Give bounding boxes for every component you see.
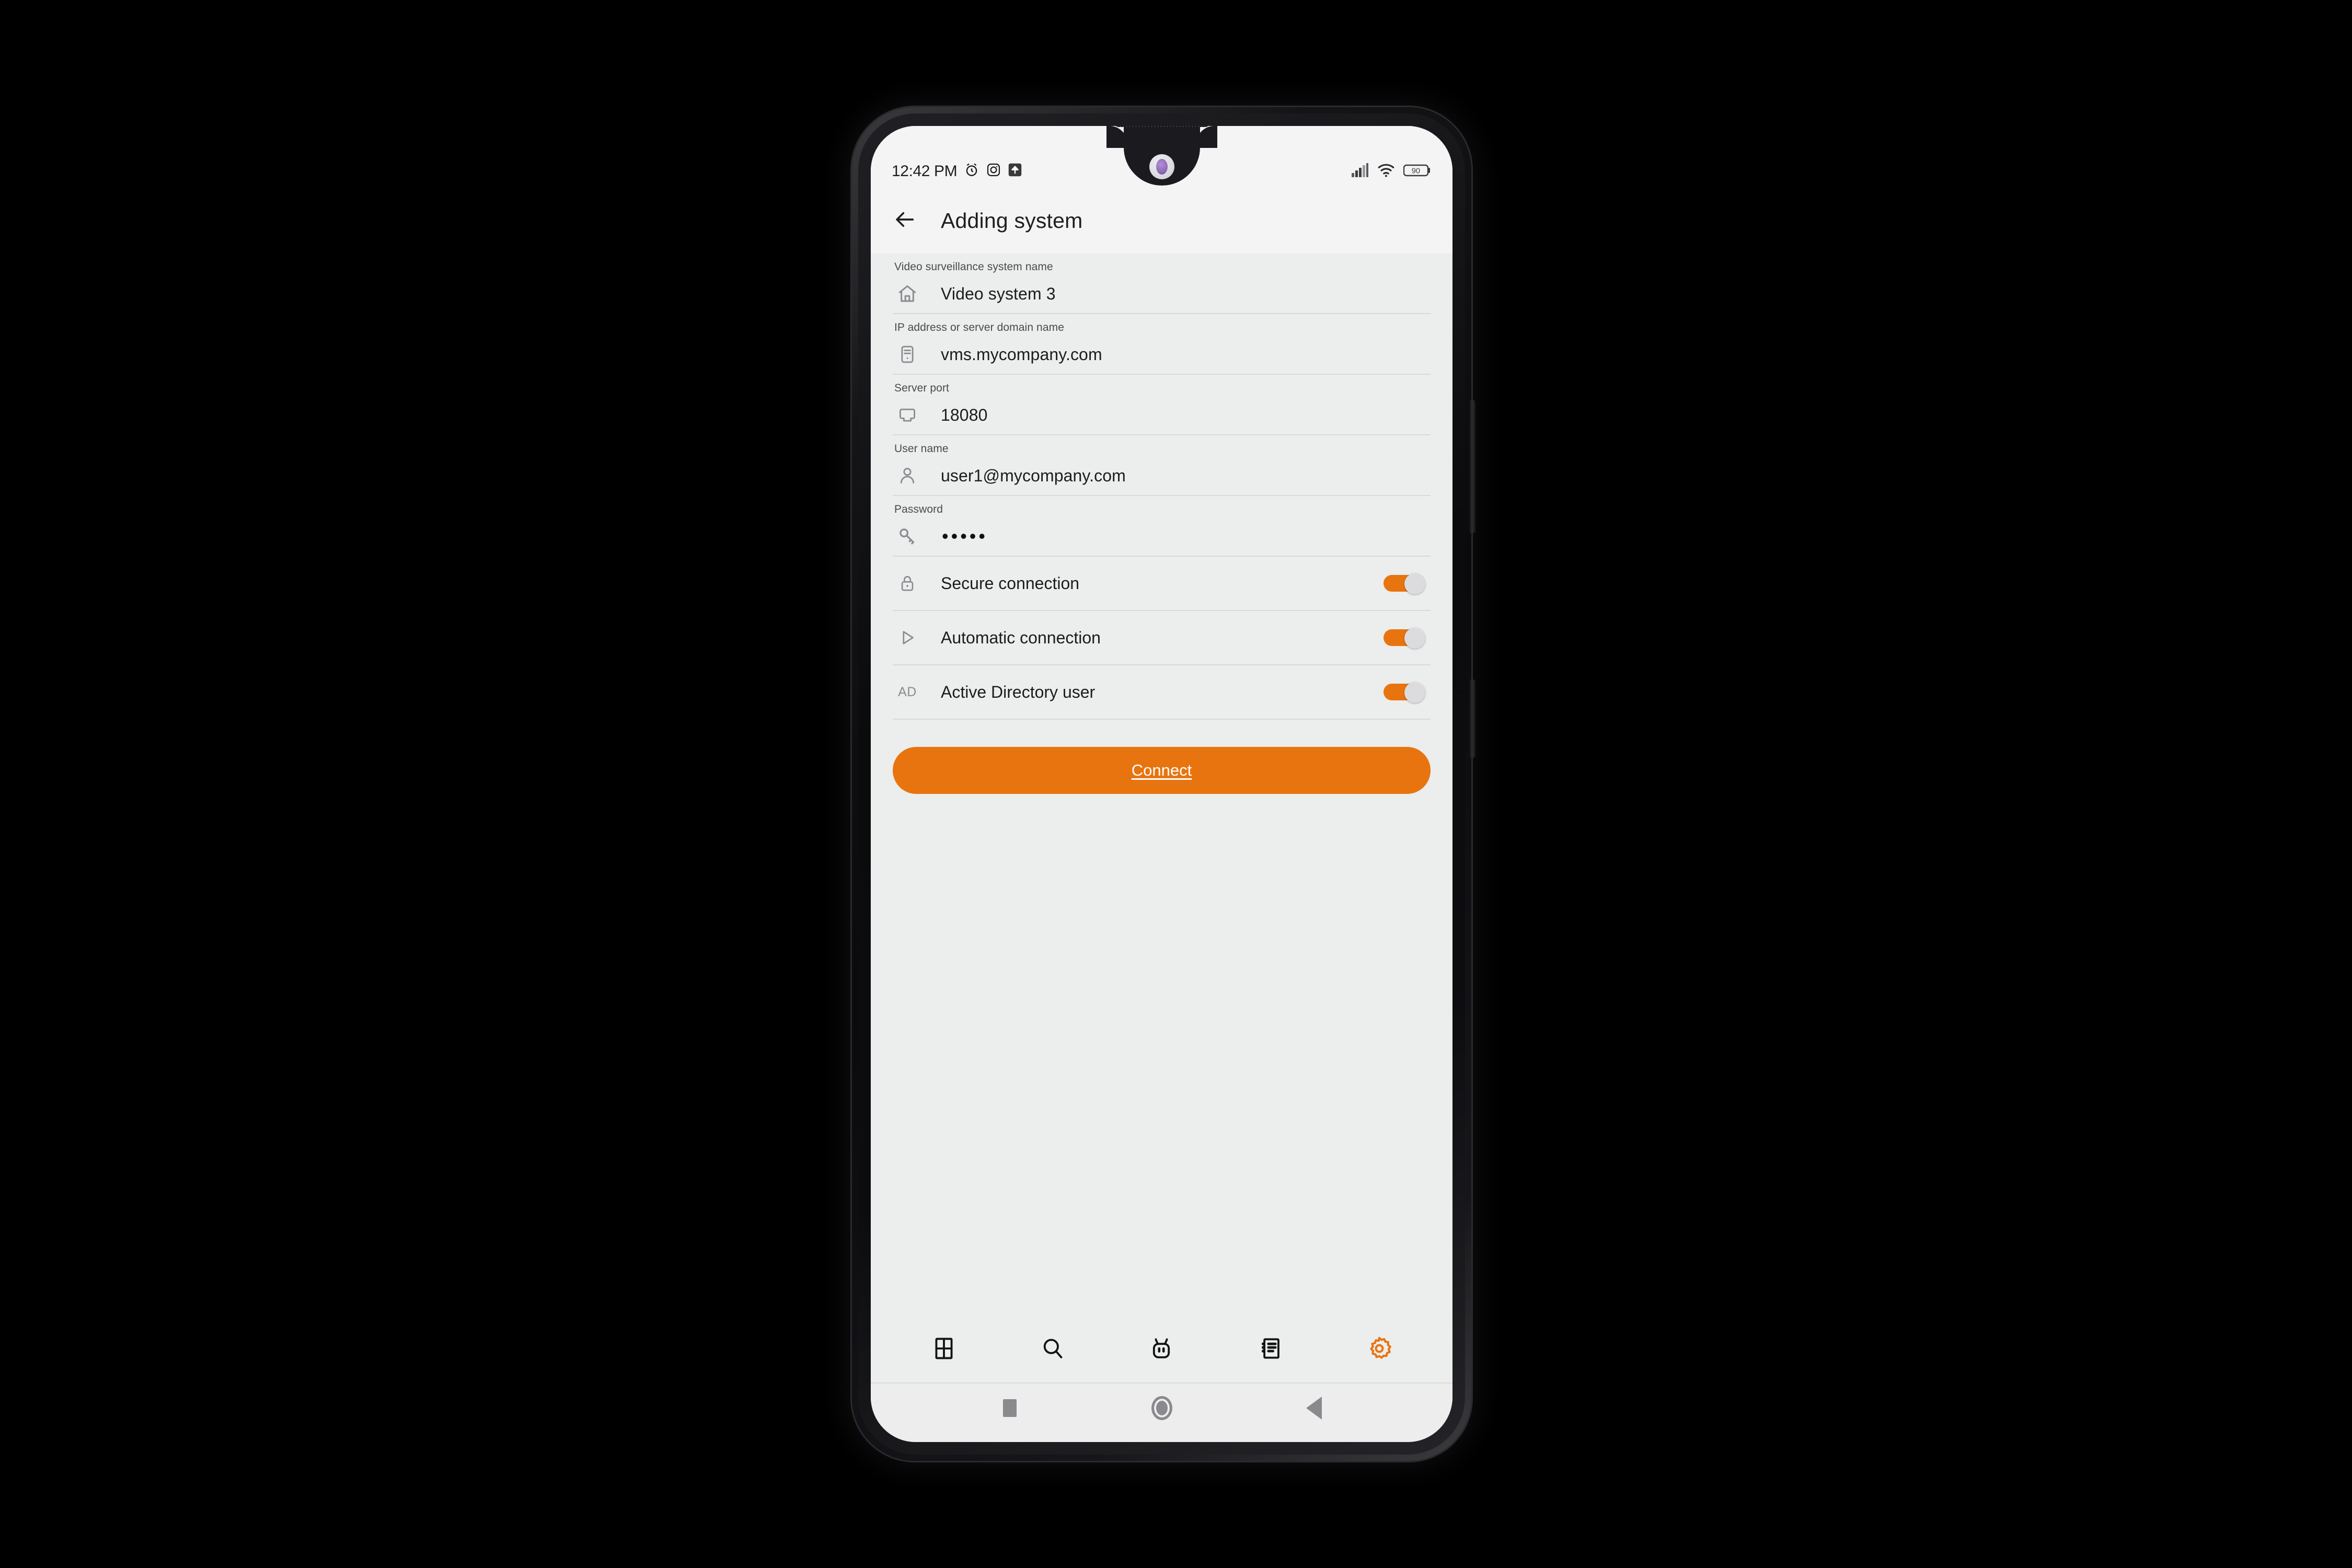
bot-icon — [1149, 1336, 1173, 1363]
battery-icon: 90 — [1403, 163, 1432, 180]
grid-layout-icon — [932, 1336, 956, 1363]
journal-list-icon — [1259, 1336, 1283, 1363]
sysnav-home-button[interactable] — [1144, 1390, 1180, 1426]
field-label: Password — [894, 503, 943, 515]
home-icon — [893, 283, 922, 304]
switch-knob — [1404, 628, 1425, 649]
toggle-row-secure-connection[interactable]: Secure connection — [893, 557, 1431, 611]
nav-item-settings[interactable] — [1355, 1325, 1403, 1374]
status-bar-right: 90 — [1351, 163, 1432, 180]
field-system-name: Video surveillance system name Video sys… — [893, 253, 1431, 314]
field-label: Video surveillance system name — [894, 261, 1053, 273]
wifi-icon — [1377, 163, 1395, 180]
active-directory-switch[interactable] — [1383, 682, 1425, 703]
phone-screen: 12:42 PM 90 Adding system Video surveill… — [871, 126, 1452, 1442]
field-ip-address: IP address or server domain name vms.myc… — [893, 314, 1431, 375]
field-input-row[interactable]: Video system 3 — [893, 274, 1431, 314]
nav-item-bot[interactable] — [1137, 1325, 1185, 1374]
instagram-icon — [986, 163, 1001, 180]
play-icon — [893, 628, 922, 647]
field-input-row[interactable]: vms.mycompany.com — [893, 335, 1431, 375]
sysnav-recents-button[interactable] — [991, 1390, 1028, 1426]
connect-button-wrapper: Connect — [893, 720, 1431, 794]
key-icon — [893, 526, 922, 546]
status-bar: 12:42 PM 90 — [871, 126, 1452, 188]
toggle-label: Active Directory user — [941, 682, 1096, 701]
back-button[interactable] — [885, 201, 924, 240]
ad-label: AD — [898, 684, 917, 699]
ad-text-icon: AD — [893, 685, 922, 700]
android-system-navigation — [871, 1383, 1452, 1442]
secure-connection-switch[interactable] — [1383, 573, 1425, 594]
back-triangle-icon — [1306, 1397, 1322, 1420]
power-button[interactable] — [1469, 679, 1475, 758]
toggle-label: Automatic connection — [941, 628, 1101, 647]
back-arrow-icon — [893, 207, 917, 234]
server-icon — [893, 344, 922, 364]
nav-item-grid-layout[interactable] — [920, 1325, 968, 1374]
home-circle-icon — [1151, 1396, 1172, 1420]
sysnav-back-button[interactable] — [1296, 1390, 1332, 1426]
user-name-input[interactable]: user1@mycompany.com — [922, 466, 1126, 486]
field-label: IP address or server domain name — [894, 321, 1064, 333]
status-clock: 12:42 PM — [892, 162, 958, 180]
ethernet-port-icon — [893, 405, 922, 425]
field-input-row[interactable]: 18080 — [893, 396, 1431, 435]
search-icon — [1041, 1336, 1065, 1363]
field-user-name: User name user1@mycompany.com — [893, 435, 1431, 496]
gear-icon — [1367, 1336, 1392, 1364]
upload-icon — [1008, 163, 1022, 180]
bottom-navigation-bar — [871, 1317, 1452, 1383]
form-content: Video surveillance system name Video sys… — [871, 253, 1452, 1317]
ip-address-input[interactable]: vms.mycompany.com — [922, 345, 1102, 364]
cellular-signal-icon — [1351, 163, 1369, 180]
app-container: 12:42 PM 90 Adding system Video surveill… — [871, 126, 1452, 1442]
page-title: Adding system — [941, 208, 1083, 233]
automatic-connection-switch[interactable] — [1383, 628, 1425, 649]
status-bar-left: 12:42 PM — [892, 162, 1022, 180]
system-name-input[interactable]: Video system 3 — [922, 284, 1056, 304]
field-label: Server port — [894, 382, 949, 394]
app-title-bar: Adding system — [871, 188, 1452, 253]
toggle-row-automatic-connection[interactable]: Automatic connection — [893, 611, 1431, 665]
field-input-row[interactable]: ••••• — [893, 517, 1431, 557]
nav-item-search[interactable] — [1029, 1325, 1077, 1374]
lock-icon — [893, 574, 922, 593]
battery-level-text: 90 — [1412, 167, 1420, 176]
server-port-input[interactable]: 18080 — [922, 406, 987, 425]
field-input-row[interactable]: user1@mycompany.com — [893, 456, 1431, 496]
connect-button[interactable]: Connect — [893, 747, 1431, 794]
recents-square-icon — [1002, 1399, 1017, 1417]
connect-button-label: Connect — [1131, 761, 1192, 779]
field-server-port: Server port 18080 — [893, 375, 1431, 435]
password-input[interactable]: ••••• — [922, 525, 988, 547]
toggle-row-active-directory-user[interactable]: AD Active Directory user — [893, 665, 1431, 720]
field-password: Password ••••• — [893, 496, 1431, 557]
alarm-clock-icon — [964, 162, 979, 180]
switch-knob — [1404, 682, 1425, 703]
switch-knob — [1404, 573, 1425, 594]
toggle-label: Secure connection — [941, 573, 1080, 593]
person-icon — [893, 466, 922, 486]
volume-rocker-button[interactable] — [1469, 400, 1475, 533]
phone-device-frame: 12:42 PM 90 Adding system Video surveill… — [852, 107, 1475, 1461]
nav-item-journal[interactable] — [1247, 1325, 1295, 1374]
field-label: User name — [894, 443, 949, 455]
